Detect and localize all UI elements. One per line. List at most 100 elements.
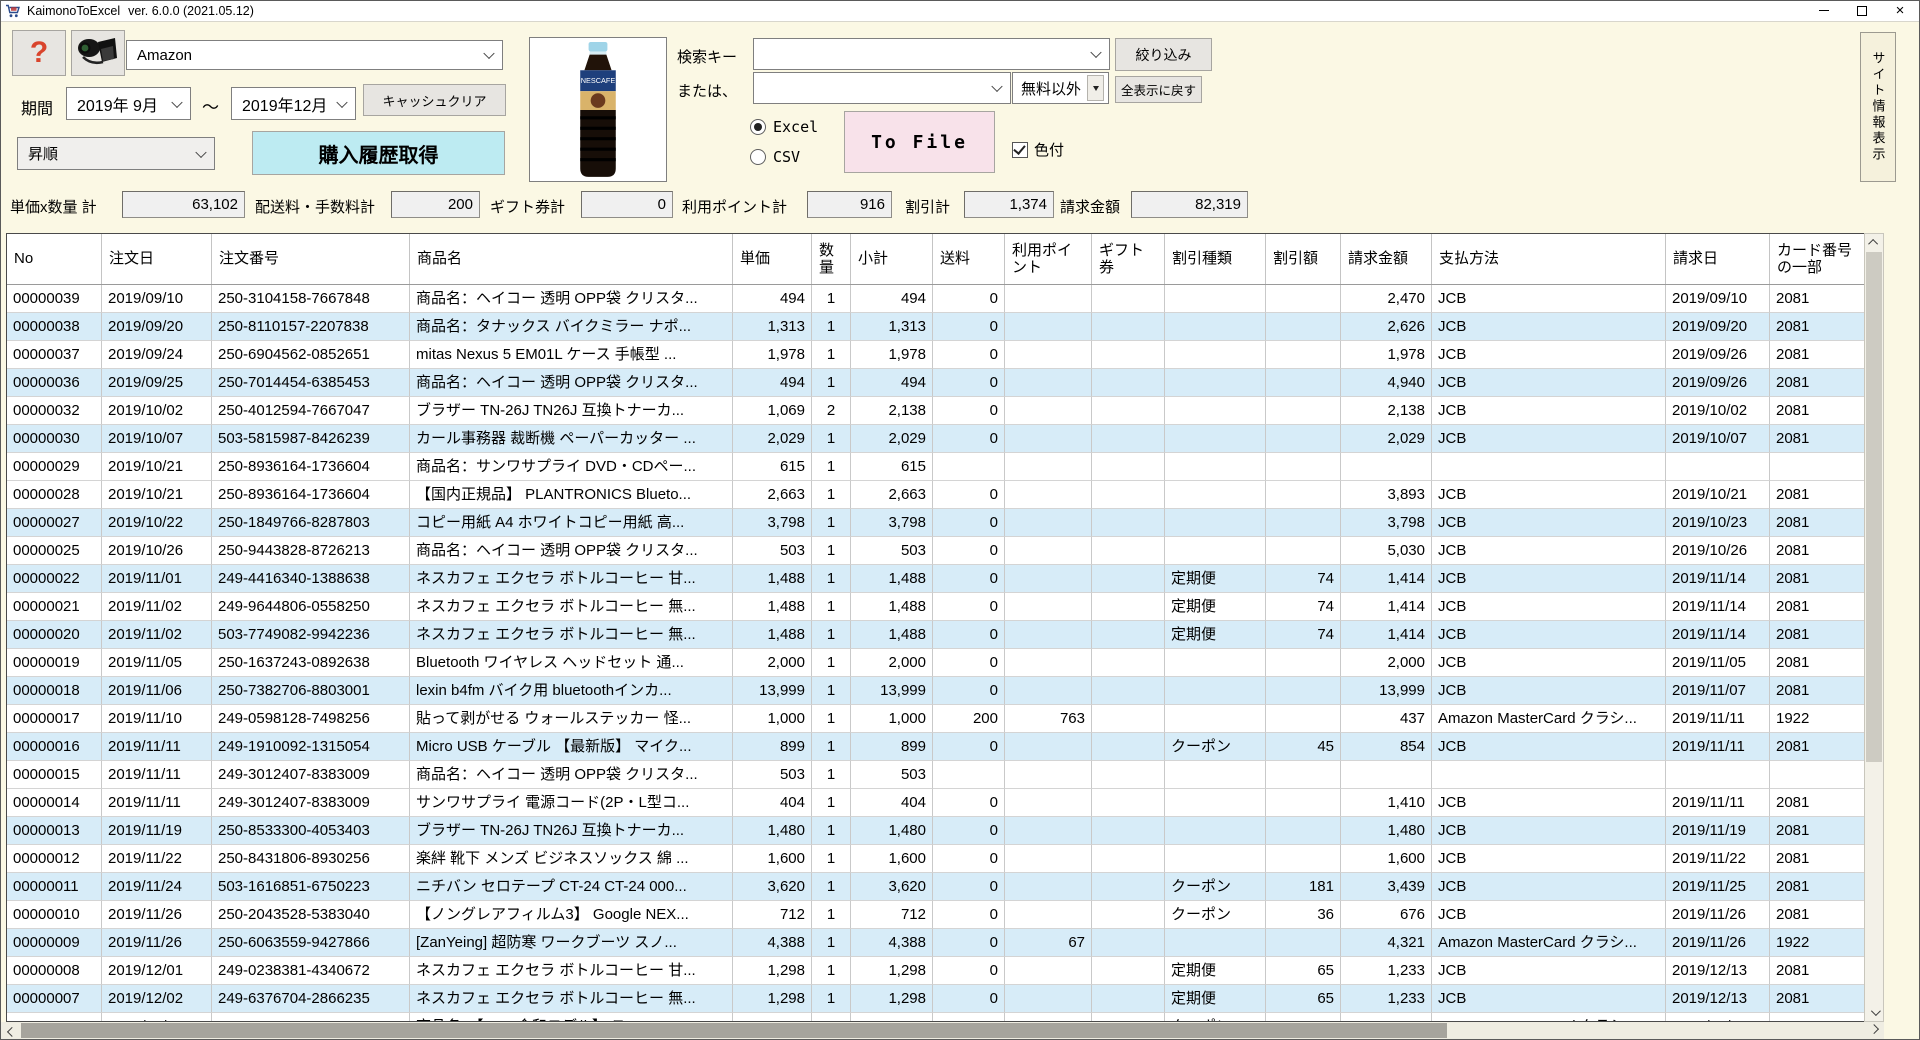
close-button[interactable]: × [1881,0,1919,21]
table-row[interactable]: 000000152019/11/11249-3012407-8383009商品名… [7,761,1864,789]
table-row[interactable]: 000000202019/11/02503-7749082-9942236ネスカ… [7,621,1864,649]
colored-checkbox[interactable]: 色付 [1012,139,1064,160]
table-cell: 2081 [1770,901,1864,929]
table-cell [1092,985,1165,1013]
table-cell [1092,481,1165,509]
header-cell[interactable]: 送料 [933,234,1005,284]
table-row[interactable]: 000000062019/12/03503-0433334-0448350商品名… [7,1013,1864,1022]
header-cell[interactable]: 請求金額 [1341,234,1432,284]
radio-csv[interactable]: CSV [750,148,800,166]
header-cell[interactable]: 単価 [733,234,812,284]
header-cell[interactable]: 利用ポイント [1005,234,1092,284]
radio-excel[interactable]: Excel [750,118,818,136]
table-cell: 0 [933,285,1005,313]
table-row[interactable]: 000000372019/09/24250-6904562-0852651mit… [7,341,1864,369]
cache-clear-button[interactable]: キャッシュクリア [363,84,506,116]
table-row[interactable]: 000000382019/09/20250-8110157-2207838商品名… [7,313,1864,341]
sort-order-select[interactable]: 昇順 [17,137,215,170]
table-row[interactable]: 000000092019/11/26250-6063559-9427866[Za… [7,929,1864,957]
free-filter-select[interactable]: 無料以外 [1012,72,1109,104]
header-cell[interactable]: 注文日 [102,234,212,284]
header-cell[interactable]: 注文番号 [212,234,410,284]
restore-icon [1857,6,1867,16]
header-cell[interactable]: 支払方法 [1432,234,1666,284]
table-row[interactable]: 000000272019/10/22250-1849766-8287803コピー… [7,509,1864,537]
table-row[interactable]: 000000252019/10/26250-9443828-8726213商品名… [7,537,1864,565]
table-row[interactable]: 000000212019/11/02249-9644806-0558250ネスカ… [7,593,1864,621]
scroll-left-button[interactable] [1,1022,19,1039]
table-cell: 494 [851,285,933,313]
vertical-scrollbar[interactable] [1864,233,1884,1022]
table-cell [1266,789,1341,817]
site-select[interactable]: Amazon [126,40,503,70]
scroll-right-button[interactable] [1866,1022,1884,1039]
table-row[interactable]: 000000282019/10/21250-8936164-1736604【国内… [7,481,1864,509]
minimize-button[interactable] [1805,0,1843,21]
to-file-button[interactable]: To File [844,111,995,173]
table-cell: JCB [1432,733,1666,761]
radio-csv-label: CSV [773,148,800,166]
table-row[interactable]: 000000122019/11/22250-8431806-8930256楽絆 … [7,845,1864,873]
chevron-down-icon [195,146,206,157]
header-cell[interactable]: 商品名 [410,234,733,284]
scroll-down-button[interactable] [1865,1004,1883,1021]
table-row[interactable]: 000000072019/12/02249-6376704-2866235ネスカ… [7,985,1864,1013]
table-cell: mitas Nexus 5 EM01L ケース 手帳型 ... [410,341,733,369]
table-row[interactable]: 000000292019/10/21250-8936164-1736604商品名… [7,453,1864,481]
table-row[interactable]: 000000082019/12/01249-0238381-4340672ネスカ… [7,957,1864,985]
table-cell: 1 [812,957,851,985]
table-cell: 0 [933,985,1005,1013]
horizontal-scrollbar[interactable] [1,1022,1884,1039]
help-button[interactable]: ? [12,30,66,76]
video-camera-button[interactable] [71,30,125,76]
filter-button[interactable]: 絞り込み [1115,38,1212,71]
table-row[interactable]: 000000112019/11/24503-1616851-6750223ニチバ… [7,873,1864,901]
period-to-select[interactable]: 2019年12月 [231,87,356,120]
header-cell[interactable]: 請求日 [1666,234,1770,284]
header-cell[interactable]: カード番号の一部 [1770,234,1864,284]
table-row[interactable]: 000000172019/11/10249-0598128-7498256貼って… [7,705,1864,733]
table-cell: JCB [1432,481,1666,509]
table-row[interactable]: 000000162019/11/11249-1910092-1315054Mic… [7,733,1864,761]
header-cell[interactable]: ギフト券 [1092,234,1165,284]
header-cell[interactable]: 割引種類 [1165,234,1266,284]
table-row[interactable]: 000000322019/10/02250-4012594-7667047ブラザ… [7,397,1864,425]
table-row[interactable]: 000000222019/11/01249-4416340-1388638ネスカ… [7,565,1864,593]
table-cell: 1 [812,705,851,733]
table-row[interactable]: 000000182019/11/06250-7382706-8803001lex… [7,677,1864,705]
table-row[interactable]: 000000302019/10/07503-5815987-8426239カール… [7,425,1864,453]
header-cell[interactable]: 割引額 [1266,234,1341,284]
summary-value: 63,102 [122,191,245,218]
table-cell: 2081 [1770,845,1864,873]
table-row[interactable]: 000000132019/11/19250-8533300-4053403ブラザ… [7,817,1864,845]
table-cell: 1,410 [1341,789,1432,817]
table-cell: 74 [1266,621,1341,649]
scroll-up-button[interactable] [1865,234,1883,251]
header-cell[interactable]: 数量 [812,234,851,284]
table-cell: ブラザー TN-26J TN26J 互換トナーカ... [410,397,733,425]
header-cell[interactable]: 小計 [851,234,933,284]
table-cell: 2019/11/01 [102,565,212,593]
horizontal-scroll-thumb[interactable] [21,1023,1447,1038]
dropdown-arrow-button[interactable] [1087,75,1104,101]
table-cell [1005,901,1092,929]
restore-button[interactable] [1843,0,1881,21]
table-row[interactable]: 000000392019/09/10250-3104158-7667848商品名… [7,285,1864,313]
title-bar: KaimonoToExcel ver. 6.0.0 (2021.05.12) × [0,0,1920,22]
table-cell: 3,498 [733,1013,812,1022]
show-all-button[interactable]: 全表示に戻す [1115,76,1202,103]
table-cell: 00000038 [7,313,102,341]
table-row[interactable]: 000000142019/11/11249-3012407-8383009サンワ… [7,789,1864,817]
vertical-scroll-thumb[interactable] [1866,252,1882,762]
site-info-button[interactable]: サイト情報表示 [1860,32,1896,182]
fetch-history-button[interactable]: 購入履歴取得 [252,131,505,175]
header-cell[interactable]: No [7,234,102,284]
search-key-input[interactable] [753,38,1110,70]
or-search-input[interactable] [753,72,1011,104]
table-cell: 1 [812,873,851,901]
table-row[interactable]: 000000192019/11/05250-1637243-0892638Blu… [7,649,1864,677]
table-row[interactable]: 000000362019/09/25250-7014454-6385453商品名… [7,369,1864,397]
table-cell: 0 [933,845,1005,873]
table-row[interactable]: 000000102019/11/26250-2043528-5383040【ノン… [7,901,1864,929]
period-from-select[interactable]: 2019年 9月 [66,87,191,120]
